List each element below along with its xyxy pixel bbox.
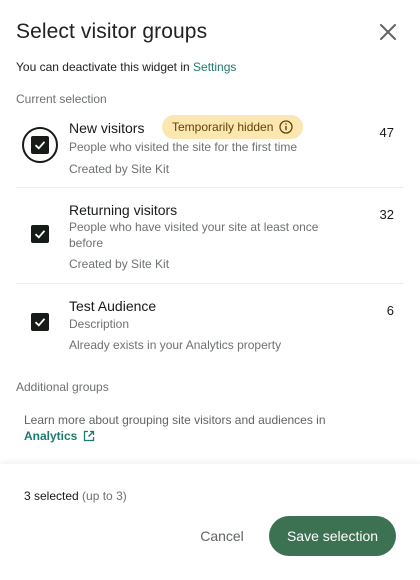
group-description: People who have visited your site at lea…: [69, 220, 319, 250]
group-count: 32: [379, 207, 394, 222]
group-row: Test Audience Description Already exists…: [16, 284, 404, 362]
checkmark-icon: [34, 141, 46, 150]
group-name: Test Audience: [69, 298, 157, 314]
current-selection-label: Current selection: [16, 92, 107, 106]
additional-groups-label: Additional groups: [16, 380, 109, 394]
group-source: Created by Site Kit: [69, 257, 170, 271]
group-description: People who visited the site for the firs…: [69, 140, 298, 154]
analytics-link[interactable]: Analytics: [24, 428, 95, 444]
cancel-button[interactable]: Cancel: [190, 516, 254, 556]
group-name: New visitors: [69, 120, 145, 136]
group-count: 6: [386, 303, 394, 318]
checkmark-icon: [34, 230, 46, 239]
dialog-title: Select visitor groups: [16, 20, 208, 43]
subtitle-text: You can deactivate this widget in: [16, 60, 190, 74]
visitor-groups-dialog: Select visitor groups You can deactivate…: [0, 0, 420, 580]
checkbox-returning-visitors[interactable]: [22, 216, 58, 252]
temporarily-hidden-badge[interactable]: Temporarily hidden: [162, 115, 304, 139]
checkmark-icon: [34, 318, 46, 327]
group-count: 47: [379, 125, 394, 140]
group-row: New visitors Temporarily hidden People w…: [16, 110, 404, 188]
dialog-subtitle: You can deactivate this widget in Settin…: [16, 60, 236, 74]
close-icon: [380, 24, 396, 40]
selection-count: 3 selected (up to 3): [24, 489, 127, 503]
info-icon: [279, 120, 294, 134]
analytics-link-label: Analytics: [24, 429, 78, 443]
group-source: Created by Site Kit: [69, 162, 170, 176]
badge-label: Temporarily hidden: [172, 120, 274, 134]
group-source: Already exists in your Analytics propert…: [69, 338, 282, 352]
save-selection-button[interactable]: Save selection: [269, 516, 396, 556]
checkbox-test-audience[interactable]: [22, 304, 58, 340]
settings-link[interactable]: Settings: [193, 60, 236, 74]
selected-count: 3 selected: [24, 489, 79, 503]
checkbox-new-visitors[interactable]: [22, 127, 58, 163]
selection-limit: (up to 3): [82, 489, 127, 503]
group-row: Returning visitors People who have visit…: [16, 188, 404, 284]
learn-more-text: Learn more about grouping site visitors …: [24, 413, 326, 427]
external-link-icon: [84, 430, 95, 442]
group-name: Returning visitors: [69, 202, 178, 218]
close-button[interactable]: [376, 20, 400, 44]
learn-more-notice: Learn more about grouping site visitors …: [0, 398, 420, 464]
group-description: Description: [69, 317, 130, 331]
dialog-footer: 3 selected (up to 3) Cancel Save selecti…: [0, 464, 420, 580]
